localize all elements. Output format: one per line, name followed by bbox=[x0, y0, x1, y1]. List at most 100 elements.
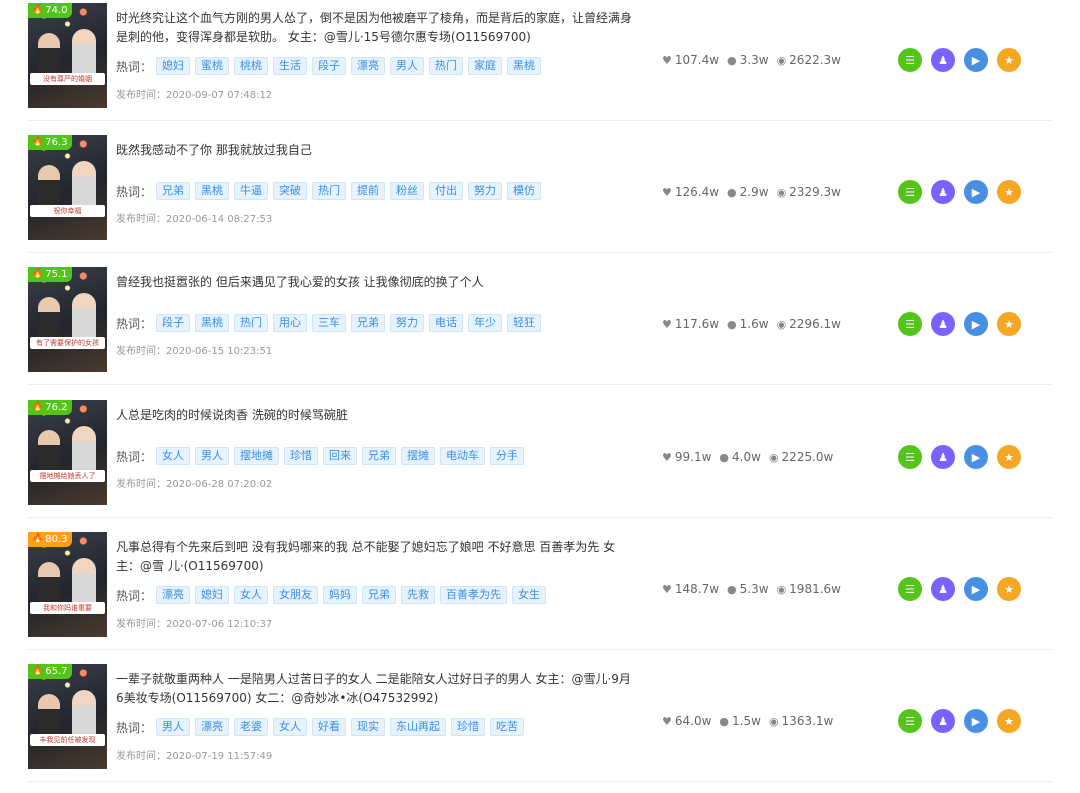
hot-word-tag[interactable]: 努力 bbox=[468, 182, 503, 200]
fans-button[interactable]: ♟ bbox=[931, 445, 955, 469]
hot-word-tag[interactable]: 吃苦 bbox=[490, 718, 525, 736]
video-title[interactable]: 时光终究让这个血气方刚的男人怂了，倒不是因为他被磨平了棱角，而是背后的家庭，让曾… bbox=[116, 9, 636, 47]
hot-word-tag[interactable]: 女人 bbox=[234, 586, 269, 604]
video-title[interactable]: 凡事总得有个先来后到吧 没有我妈哪来的我 总不能娶了媳妇忘了娘吧 不好意思 百善… bbox=[116, 538, 636, 576]
hot-word-tag[interactable]: 回来 bbox=[323, 447, 358, 465]
hot-word-tag[interactable]: 珍惜 bbox=[451, 718, 486, 736]
play-button[interactable]: ▶ bbox=[964, 48, 988, 72]
hot-word-tag[interactable]: 男人 bbox=[195, 447, 230, 465]
hot-word-tag[interactable]: 用心 bbox=[273, 314, 308, 332]
video-thumbnail[interactable]: 没有尊严的婚姻 bbox=[28, 3, 107, 108]
hot-word-tag[interactable]: 努力 bbox=[390, 314, 425, 332]
play-button[interactable]: ▶ bbox=[964, 312, 988, 336]
hot-word-tag[interactable]: 家庭 bbox=[468, 57, 503, 75]
hot-word-tag[interactable]: 媳妇 bbox=[156, 57, 191, 75]
favorite-button[interactable]: ★ bbox=[997, 48, 1021, 72]
hot-word-tag[interactable]: 女人 bbox=[273, 718, 308, 736]
video-thumbnail[interactable]: 摆地摊给她丢人了 bbox=[28, 400, 107, 505]
likes-count: 107.4w bbox=[674, 53, 720, 67]
favorite-button[interactable]: ★ bbox=[997, 312, 1021, 336]
hot-word-tag[interactable]: 年少 bbox=[468, 314, 503, 332]
play-button[interactable]: ▶ bbox=[964, 709, 988, 733]
hot-word-tag[interactable]: 电动车 bbox=[440, 447, 486, 465]
hot-word-tag[interactable]: 男人 bbox=[156, 718, 191, 736]
hot-word-tag[interactable]: 好看 bbox=[312, 718, 347, 736]
hot-word-tag[interactable]: 东山再起 bbox=[390, 718, 447, 736]
hot-word-tag[interactable]: 女生 bbox=[512, 586, 547, 604]
hot-word-tag[interactable]: 段子 bbox=[156, 314, 191, 332]
hot-word-tag[interactable]: 电话 bbox=[429, 314, 464, 332]
fans-button[interactable]: ♟ bbox=[931, 312, 955, 336]
hot-word-tag[interactable]: 黑桃 bbox=[195, 314, 230, 332]
play-button[interactable]: ▶ bbox=[964, 445, 988, 469]
publish-time: 发布时间：2020-06-15 10:23:51 bbox=[116, 342, 272, 357]
detail-button[interactable]: ☰ bbox=[898, 180, 922, 204]
hot-word-tag[interactable]: 现实 bbox=[351, 718, 386, 736]
video-thumbnail[interactable]: 祝你幸福 bbox=[28, 135, 107, 240]
hot-word-tag[interactable]: 漂亮 bbox=[351, 57, 386, 75]
hot-word-tag[interactable]: 生活 bbox=[273, 57, 308, 75]
favorite-button[interactable]: ★ bbox=[997, 577, 1021, 601]
hot-word-tag[interactable]: 妈妈 bbox=[323, 586, 358, 604]
hot-word-tag[interactable]: 牛逼 bbox=[234, 182, 269, 200]
favorite-button[interactable]: ★ bbox=[997, 709, 1021, 733]
detail-button[interactable]: ☰ bbox=[898, 48, 922, 72]
hot-word-tag[interactable]: 模仿 bbox=[507, 182, 542, 200]
hot-word-tag[interactable]: 热门 bbox=[234, 314, 269, 332]
hot-word-tag[interactable]: 蜜桃 bbox=[195, 57, 230, 75]
video-thumbnail[interactable]: 有了需要保护的女孩 bbox=[28, 267, 107, 372]
hot-word-tag[interactable]: 突破 bbox=[273, 182, 308, 200]
hot-word-tag[interactable]: 提前 bbox=[351, 182, 386, 200]
likes-count: 99.1w bbox=[674, 450, 712, 464]
hot-word-tag[interactable]: 付出 bbox=[429, 182, 464, 200]
hot-word-tag[interactable]: 兄弟 bbox=[351, 314, 386, 332]
play-button[interactable]: ▶ bbox=[964, 180, 988, 204]
hot-word-tag[interactable]: 兄弟 bbox=[362, 586, 397, 604]
hot-word-tag[interactable]: 先救 bbox=[401, 586, 436, 604]
video-title[interactable]: 既然我感动不了你 那我就放过我自己 bbox=[116, 141, 636, 160]
hot-word-tag[interactable]: 百善孝为先 bbox=[440, 586, 508, 604]
hot-word-tag[interactable]: 分手 bbox=[490, 447, 525, 465]
hot-word-tag[interactable]: 兄弟 bbox=[156, 182, 191, 200]
hot-word-tag[interactable]: 漂亮 bbox=[156, 586, 191, 604]
video-title[interactable]: 曾经我也挺嚣张的 但后来遇见了我心爱的女孩 让我像彻底的换了个人 bbox=[116, 273, 636, 292]
detail-button[interactable]: ☰ bbox=[898, 709, 922, 733]
hot-word-tag[interactable]: 兄弟 bbox=[362, 447, 397, 465]
play-button[interactable]: ▶ bbox=[964, 577, 988, 601]
fans-button[interactable]: ♟ bbox=[931, 180, 955, 204]
play-icon: ▶ bbox=[971, 317, 981, 331]
comments-stat: ● 3.3w bbox=[727, 53, 769, 67]
video-title[interactable]: 一辈子就敬重两种人 一是陪男人过苦日子的女人 二是能陪女人过好日子的男人 女主：… bbox=[116, 670, 636, 708]
video-stats: ♥ 126.4w ● 2.9w ◉ 2329.3w bbox=[662, 132, 849, 252]
hot-word-tag[interactable]: 媳妇 bbox=[195, 586, 230, 604]
video-thumbnail[interactable]: 丰我见前任被发现 bbox=[28, 664, 107, 769]
hot-word-tag[interactable]: 女人 bbox=[156, 447, 191, 465]
video-title[interactable]: 人总是吃肉的时候说肉香 洗碗的时候骂碗脏 bbox=[116, 406, 636, 425]
hot-word-tag[interactable]: 摆地摊 bbox=[234, 447, 280, 465]
hot-word-tag[interactable]: 桃桃 bbox=[234, 57, 269, 75]
hot-word-tag[interactable]: 三车 bbox=[312, 314, 347, 332]
hot-word-tag[interactable]: 珍惜 bbox=[284, 447, 319, 465]
detail-button[interactable]: ☰ bbox=[898, 312, 922, 336]
hot-word-tag[interactable]: 热门 bbox=[312, 182, 347, 200]
hot-word-tag[interactable]: 男人 bbox=[390, 57, 425, 75]
hot-word-tag[interactable]: 粉丝 bbox=[390, 182, 425, 200]
users-icon: ♟ bbox=[938, 450, 948, 464]
detail-button[interactable]: ☰ bbox=[898, 577, 922, 601]
hot-word-tag[interactable]: 漂亮 bbox=[195, 718, 230, 736]
fans-button[interactable]: ♟ bbox=[931, 48, 955, 72]
hot-word-tag[interactable]: 女朋友 bbox=[273, 586, 319, 604]
fans-button[interactable]: ♟ bbox=[931, 577, 955, 601]
hot-word-tag[interactable]: 黑桃 bbox=[507, 57, 542, 75]
hot-word-tag[interactable]: 轻狂 bbox=[507, 314, 542, 332]
hot-word-tag[interactable]: 段子 bbox=[312, 57, 347, 75]
hot-word-tag[interactable]: 摆摊 bbox=[401, 447, 436, 465]
video-thumbnail[interactable]: 我和你妈谁重要 bbox=[28, 532, 107, 637]
hot-word-tag[interactable]: 热门 bbox=[429, 57, 464, 75]
favorite-button[interactable]: ★ bbox=[997, 445, 1021, 469]
favorite-button[interactable]: ★ bbox=[997, 180, 1021, 204]
detail-button[interactable]: ☰ bbox=[898, 445, 922, 469]
hot-word-tag[interactable]: 老婆 bbox=[234, 718, 269, 736]
fans-button[interactable]: ♟ bbox=[931, 709, 955, 733]
hot-word-tag[interactable]: 黑桃 bbox=[195, 182, 230, 200]
